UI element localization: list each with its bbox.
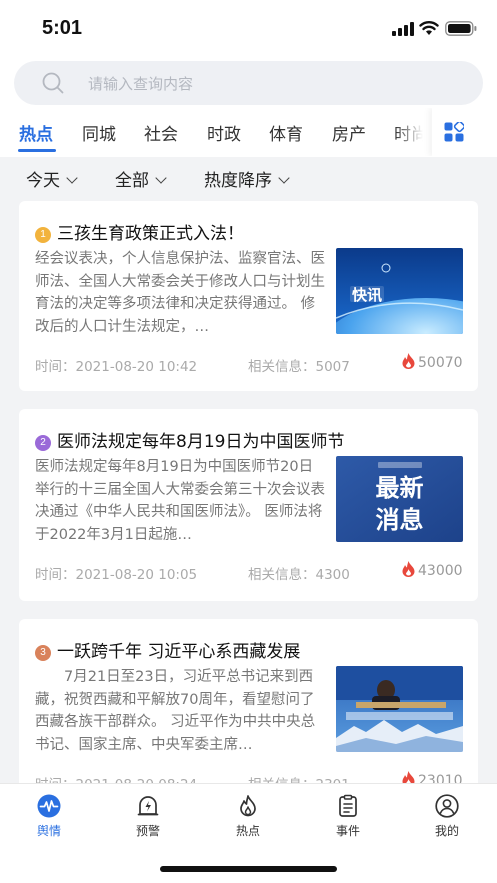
header: 5:01 请输入查询内容 热点 同城 社会 时政 体育 房产 <box>0 0 497 157</box>
filter-bar: 今天 全部 热度降序 <box>0 157 497 197</box>
tab-society[interactable]: 社会 <box>144 120 178 145</box>
chevron-down-icon <box>278 172 290 184</box>
tabbar-item-events[interactable]: 事件 <box>318 794 378 839</box>
signal-icon <box>392 22 414 36</box>
tabbar-item-hot[interactable]: 热点 <box>218 794 278 839</box>
tabbar-item-alert[interactable]: 预警 <box>118 794 178 839</box>
search-input[interactable]: 请输入查询内容 <box>88 73 193 94</box>
news-title: 三孩生育政策正式入法！ <box>57 224 244 244</box>
wifi-icon <box>419 21 439 35</box>
flame-icon <box>402 561 415 577</box>
chevron-down-icon <box>66 172 78 184</box>
filter-sort-dropdown[interactable]: 热度降序 <box>204 166 290 191</box>
status-time: 5:01 <box>42 17 83 39</box>
flame-icon <box>240 795 256 817</box>
news-summary: 医师法规定每年8月19日为中国医师节20日举行的十三届全国人大常委会第三十次会议… <box>35 459 325 543</box>
active-tab-indicator <box>18 149 56 152</box>
tabbar-item-profile[interactable]: 我的 <box>417 794 477 839</box>
news-time: 时间：2021-08-20 10:42 <box>35 359 198 375</box>
filter-scope-dropdown[interactable]: 全部 <box>115 166 167 191</box>
flame-icon <box>402 353 415 369</box>
news-summary: 7月21日至23日，习近平总书记来到西藏，祝贺西藏和平解放70周年，看望慰问了西… <box>35 669 316 753</box>
news-card[interactable]: 2 医师法规定每年8月19日为中国医师节 医师法规定每年8月19日为中国医师节20… <box>19 409 478 601</box>
home-indicator <box>160 866 337 872</box>
news-summary: 经会议表决，个人信息保护法、监察官法、医师法、全国人大常委会关于修改人口与计划生… <box>35 251 325 335</box>
user-icon <box>435 794 459 818</box>
category-tabs: 热点 同城 社会 时政 体育 房产 时尚 <box>0 108 497 156</box>
grid-menu-icon <box>444 122 464 142</box>
tab-sports[interactable]: 体育 <box>269 120 303 145</box>
tab-local[interactable]: 同城 <box>82 120 116 145</box>
news-card[interactable]: 1 三孩生育政策正式入法！ 经会议表决，个人信息保护法、监察官法、医师法、全国人大… <box>19 201 478 391</box>
heat-count: 43000 <box>402 561 463 579</box>
alert-icon <box>137 796 159 816</box>
tab-realestate[interactable]: 房产 <box>332 120 366 145</box>
rank-badge: 3 <box>35 645 51 661</box>
news-thumbnail: 快讯 <box>336 248 463 334</box>
tabbar-item-sentiment[interactable]: 舆情 <box>19 794 79 839</box>
search-icon <box>42 72 64 94</box>
tab-hot[interactable]: 热点 <box>19 120 53 145</box>
chevron-down-icon <box>155 172 167 184</box>
news-related-count: 相关信息：5007 <box>248 359 350 375</box>
news-title: 医师法规定每年8月19日为中国医师节 <box>57 432 345 452</box>
thumbnail-text-line2: 消息 <box>376 506 424 534</box>
heat-count: 50070 <box>402 353 463 371</box>
news-thumbnail: 最新 消息 <box>336 456 463 542</box>
search-bar[interactable]: 请输入查询内容 <box>14 61 483 105</box>
battery-icon <box>445 21 477 36</box>
news-thumbnail <box>336 666 463 752</box>
rank-badge: 1 <box>35 227 51 243</box>
thumbnail-text-line1: 最新 <box>376 474 424 502</box>
news-related-count: 相关信息：4300 <box>248 567 350 583</box>
thumbnail-text: 快讯 <box>352 286 382 304</box>
pulse-icon <box>37 794 61 818</box>
tab-politics[interactable]: 时政 <box>207 120 241 145</box>
document-icon <box>339 794 357 817</box>
news-title: 一跃跨千年 习近平心系西藏发展 <box>57 642 301 662</box>
news-time: 时间：2021-08-20 10:05 <box>35 567 198 583</box>
tabs-more-button[interactable] <box>432 108 497 156</box>
filter-date-dropdown[interactable]: 今天 <box>26 166 78 191</box>
rank-badge: 2 <box>35 435 51 451</box>
status-bar: 5:01 <box>0 0 497 58</box>
